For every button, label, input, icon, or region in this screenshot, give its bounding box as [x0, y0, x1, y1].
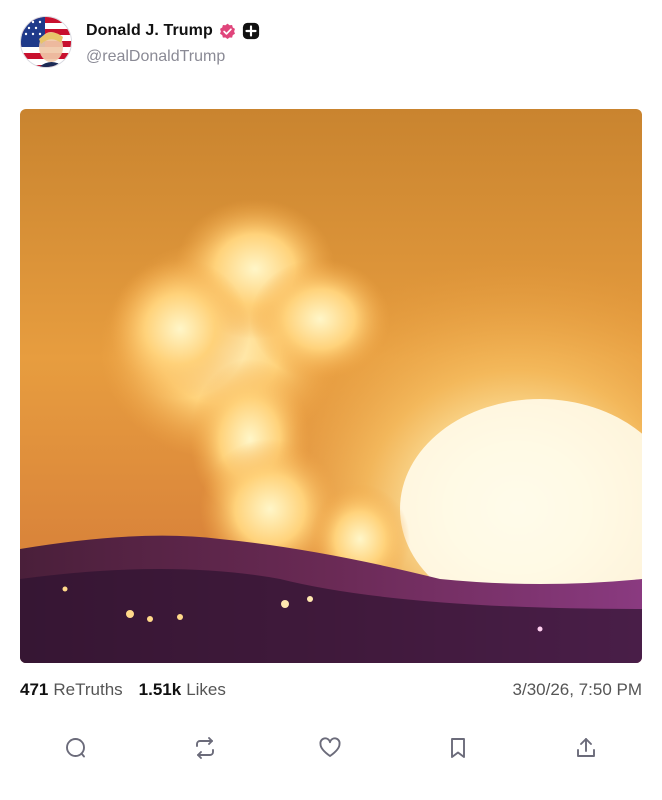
likes-label[interactable]: Likes: [186, 680, 226, 700]
retruth-button[interactable]: [187, 730, 223, 766]
plus-badge-icon: [242, 22, 260, 40]
verified-badge-icon: [219, 23, 236, 40]
retruths-label[interactable]: ReTruths: [53, 680, 122, 700]
avatar[interactable]: [20, 16, 72, 68]
post-header: Donald J. Trump @realDonaldTrump: [20, 16, 620, 72]
post-timestamp: 3/30/26, 7:50 PM: [512, 680, 642, 699]
reply-button[interactable]: [58, 730, 94, 766]
post-video-image[interactable]: [20, 109, 642, 663]
comment-icon: [66, 738, 85, 758]
share-icon: [577, 738, 595, 757]
bookmark-button[interactable]: [440, 730, 476, 766]
bookmark-icon: [451, 738, 465, 758]
retruth-icon: [196, 737, 214, 759]
author-name-row: Donald J. Trump: [86, 20, 260, 42]
heart-icon: [319, 737, 341, 757]
likes-count[interactable]: 1.51k: [139, 680, 182, 700]
post-stats: 471 ReTruths 1.51k Likes 3/30/26, 7:50 P…: [20, 678, 642, 702]
like-button[interactable]: [312, 730, 348, 766]
share-button[interactable]: [568, 730, 604, 766]
retruths-count[interactable]: 471: [20, 680, 48, 700]
post-actions: [20, 730, 642, 766]
author-handle[interactable]: @realDonaldTrump: [86, 48, 225, 66]
author-name[interactable]: Donald J. Trump: [86, 22, 213, 40]
